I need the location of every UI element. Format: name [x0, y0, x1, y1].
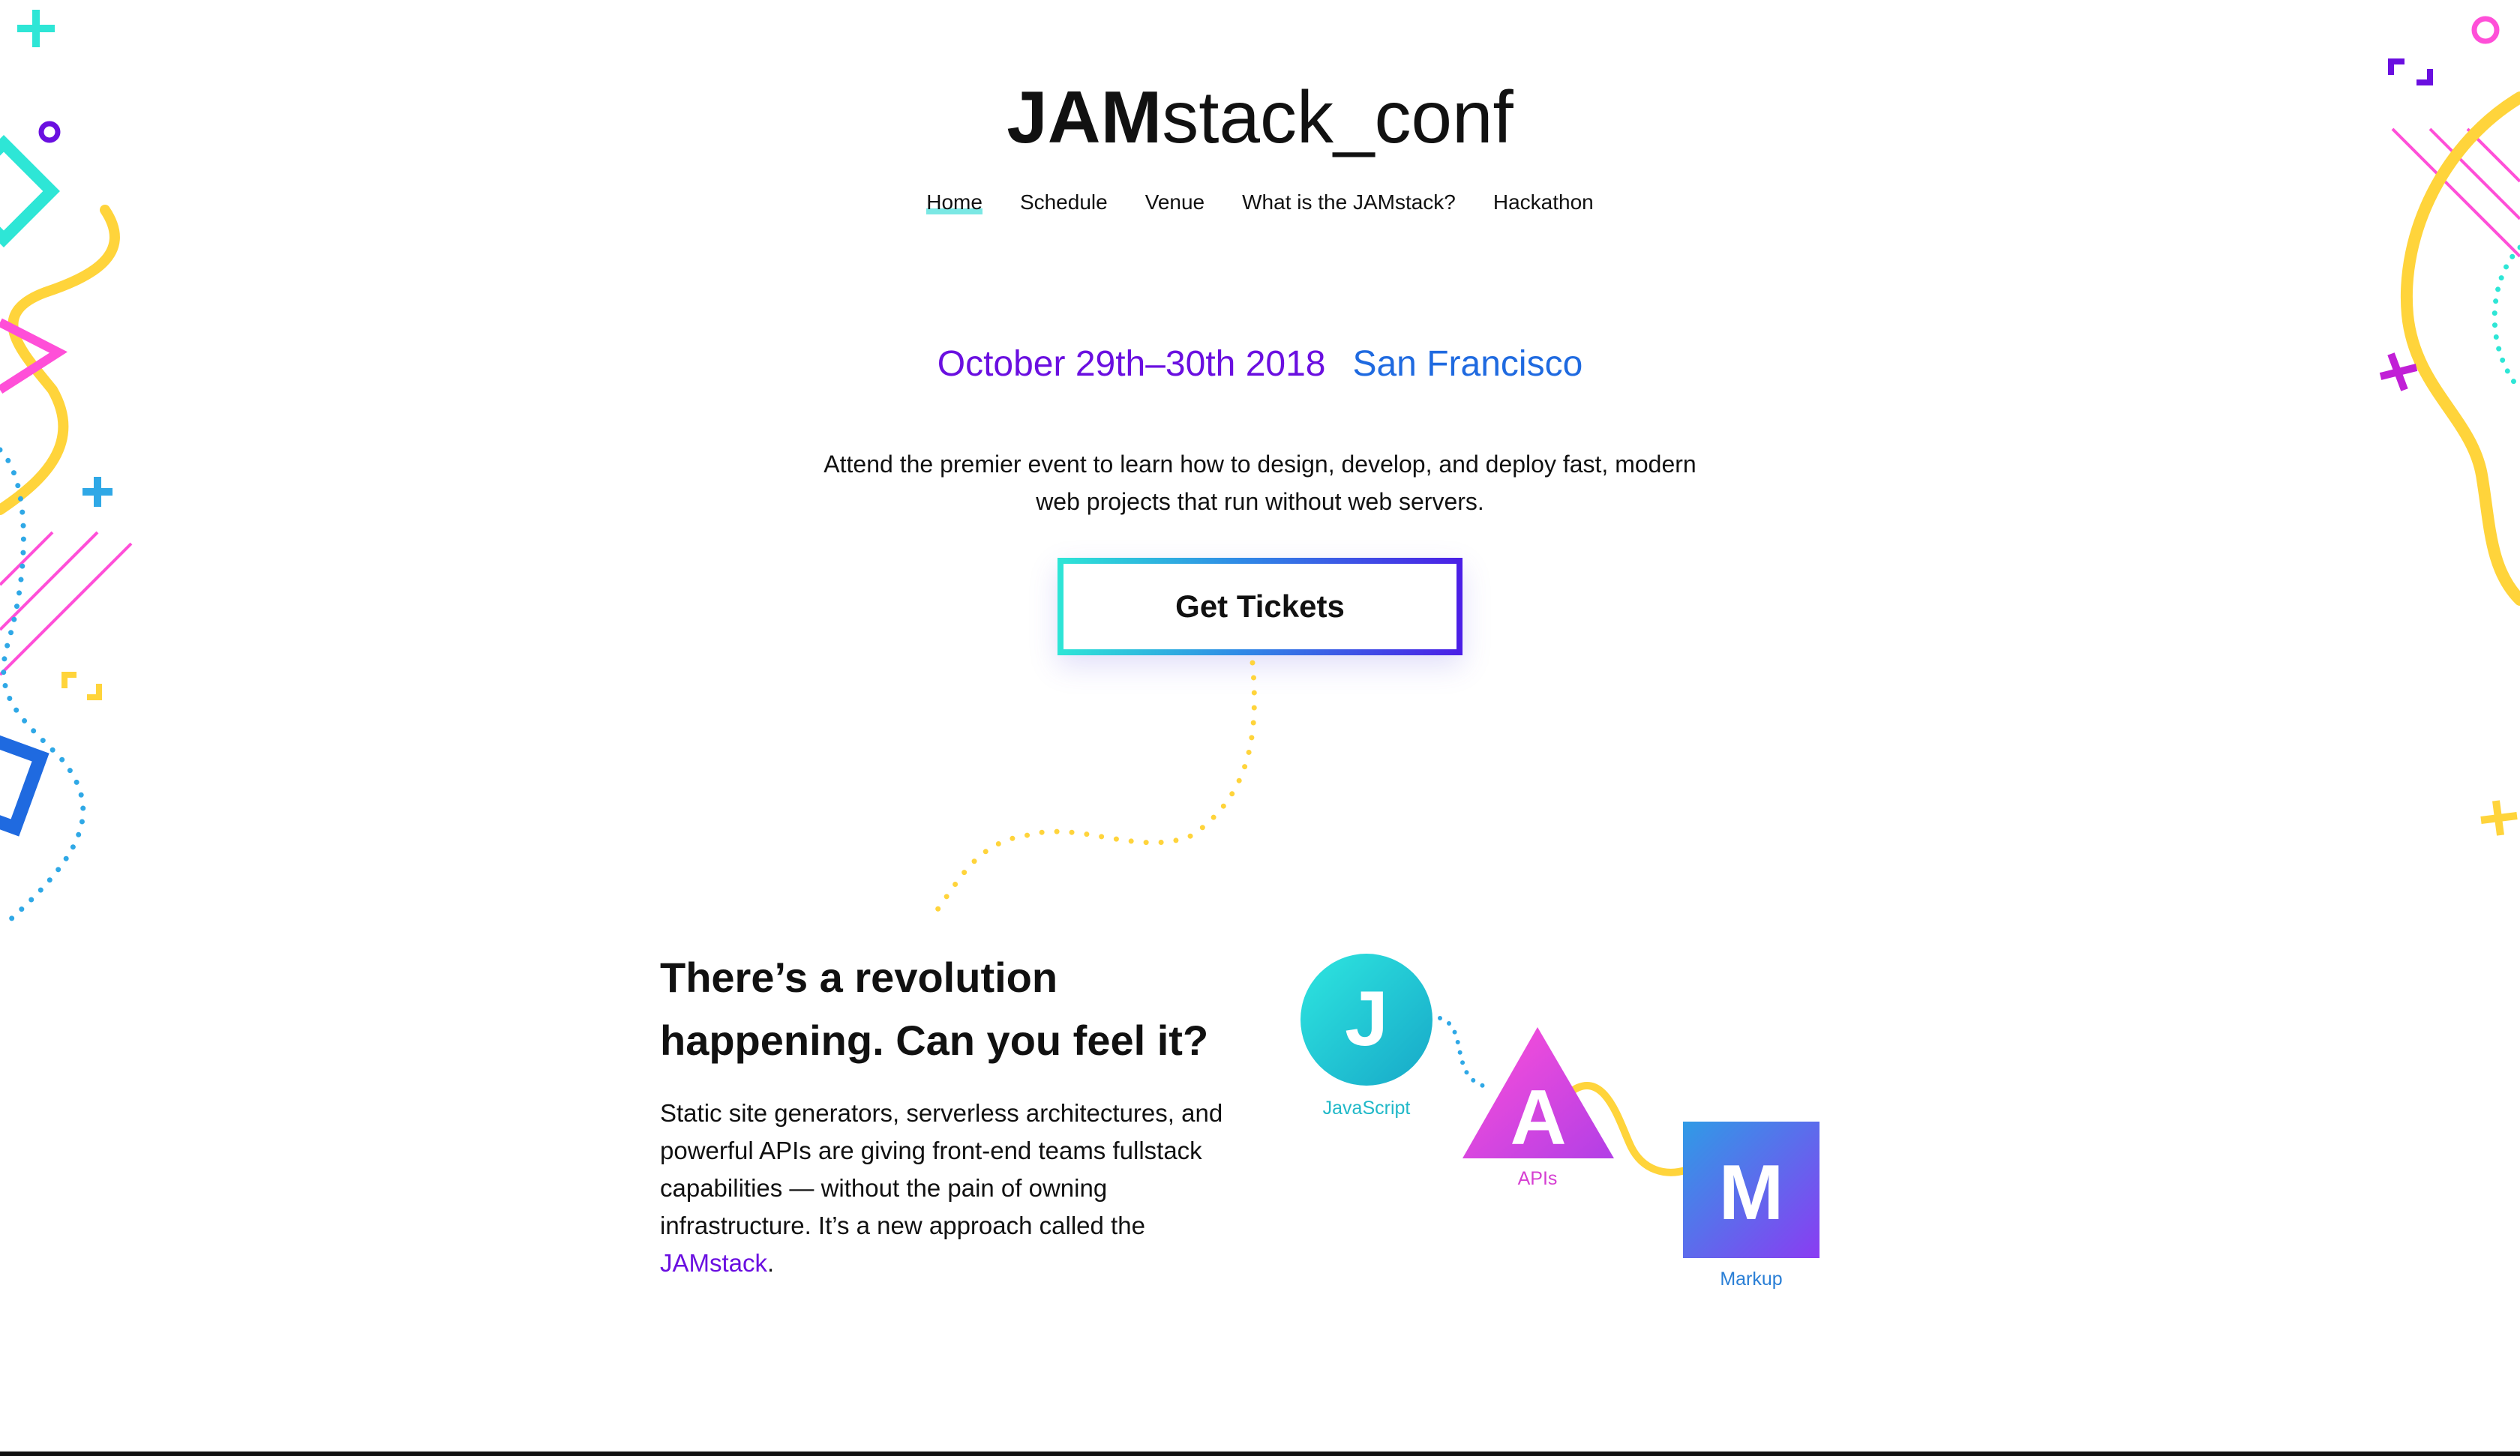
- revolution-body-end: .: [767, 1249, 775, 1277]
- event-city: San Francisco: [1352, 344, 1583, 384]
- dotted-curve: [0, 447, 86, 925]
- main-nav: Home Schedule Venue What is the JAMstack…: [0, 190, 2520, 214]
- bottom-border: [0, 1452, 2520, 1456]
- revolution-body: Static site generators, serverless archi…: [660, 1095, 1260, 1282]
- jam-diagram: J A M JavaScript APIs Markup: [1290, 945, 1860, 1305]
- apis-label: APIs: [1517, 1168, 1558, 1189]
- revolution-heading: There’s a revolution happening. Can you …: [660, 946, 1215, 1072]
- apis-letter: A: [1510, 1074, 1566, 1161]
- site-title[interactable]: JAMstack_conf: [0, 72, 2520, 162]
- right-decoration: [2379, 16, 2520, 836]
- nav-item-venue[interactable]: Venue: [1145, 190, 1204, 214]
- javascript-label: JavaScript: [1322, 1098, 1411, 1119]
- revolution-body-text: Static site generators, serverless archi…: [660, 1099, 1223, 1239]
- dotted-connector: [928, 660, 1257, 921]
- square-outline: [0, 723, 50, 837]
- jam-diagram-graphic: J A M: [1300, 954, 1820, 1258]
- revolution-heading-line2: happening. Can you feel it?: [660, 1017, 1209, 1064]
- dotted-connector: [1438, 1016, 1491, 1089]
- revolution-heading-line1: There’s a revolution: [660, 954, 1058, 1001]
- nav-item-home[interactable]: Home: [926, 190, 982, 214]
- plus-icon: [2480, 800, 2518, 836]
- markup-label: Markup: [1720, 1269, 1783, 1290]
- site-title-bold: JAM: [1006, 76, 1162, 158]
- plus-icon: [82, 477, 112, 507]
- nav-item-schedule[interactable]: Schedule: [1020, 190, 1108, 214]
- get-tickets-button[interactable]: Get Tickets: [1058, 558, 1462, 655]
- plus-icon: [17, 10, 55, 47]
- javascript-circle: J: [1300, 954, 1432, 1086]
- page: JAMstack_conf Home Schedule Venue What i…: [0, 0, 2520, 1456]
- nav-item-hackathon[interactable]: Hackathon: [1493, 190, 1594, 214]
- get-tickets-label: Get Tickets: [1064, 564, 1456, 649]
- javascript-letter: J: [1345, 975, 1388, 1062]
- markup-square: M: [1683, 1122, 1820, 1258]
- event-info: October 29th–30th 2018 San Francisco: [0, 343, 2520, 385]
- left-decoration: [0, 10, 133, 925]
- bracket-icon: [62, 672, 102, 700]
- event-description: Attend the premier event to learn how to…: [824, 451, 1696, 515]
- jamstack-link[interactable]: JAMstack: [660, 1249, 767, 1277]
- site-title-light: stack_conf: [1162, 76, 1514, 158]
- nav-item-what-is-jamstack[interactable]: What is the JAMstack?: [1242, 190, 1456, 214]
- diagonal-lines: [0, 531, 133, 676]
- ring-icon: [2471, 16, 2500, 44]
- event-date: October 29th–30th 2018: [937, 344, 1326, 384]
- apis-triangle: A: [1462, 1027, 1614, 1161]
- markup-letter: M: [1719, 1149, 1784, 1236]
